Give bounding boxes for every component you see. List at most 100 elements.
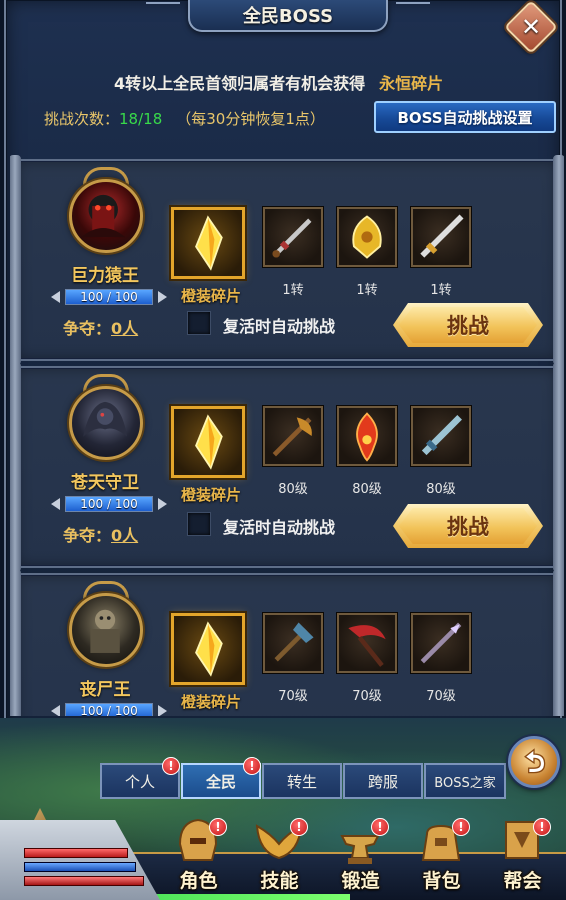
arrow-left-icon	[51, 705, 60, 716]
boss-card: 丧尸王 100 / 100 橙装碎片 70级 70级 70级	[10, 569, 564, 716]
auto-challenge-label: 复活时自动挑战	[223, 317, 336, 336]
challenge-button[interactable]: 挑战	[393, 504, 543, 548]
hp-bar: 100 / 100	[65, 496, 153, 512]
boss-avatar[interactable]	[69, 386, 143, 460]
hp-bar: 100 / 100	[65, 289, 153, 305]
hp-text: 100 / 100	[80, 290, 138, 304]
drop-requirement: 1转	[430, 283, 452, 298]
contest-value[interactable]: 0人	[111, 526, 138, 545]
tab-boss-home[interactable]: BOSS之家	[424, 763, 506, 799]
auto-challenge-label: 复活时自动挑战	[223, 518, 336, 537]
menu-skills[interactable]: ! 技能	[239, 808, 320, 900]
auto-challenge-checkbox[interactable]	[187, 311, 211, 335]
scythe-icon	[348, 625, 386, 667]
menu-bag[interactable]: ! 背包	[401, 808, 482, 900]
boss-window: 全民BOSS ✕ 4转以上全民首领归属者有机会获得 永恒碎片 挑战次数：18/18…	[4, 0, 564, 762]
boss-name: 苍天守卫	[71, 473, 139, 493]
return-button[interactable]	[508, 736, 560, 788]
contest-value[interactable]: 0人	[111, 319, 138, 338]
close-button[interactable]: ✕	[504, 0, 558, 54]
tab-all-players[interactable]: 全民 !	[181, 757, 261, 799]
drop-slot[interactable]	[263, 406, 323, 466]
drop-slot[interactable]	[411, 613, 471, 673]
tab-label: 跨服	[367, 772, 398, 791]
window-title: 全民BOSS	[188, 0, 388, 32]
drop-requirement: 80级	[352, 482, 382, 497]
contest-count[interactable]: 争夺：0人	[63, 522, 138, 546]
orange-shard-slot[interactable]	[171, 207, 245, 279]
arrow-left-icon	[51, 498, 60, 510]
fan-blade-icon	[352, 215, 382, 259]
challenge-recover: （每30分钟恢复1点）	[176, 110, 325, 128]
spear-icon	[420, 622, 462, 664]
alert-badge-icon: !	[533, 818, 551, 836]
menu-label: 帮会	[503, 870, 542, 892]
ape-icon	[81, 194, 126, 238]
contest-label: 争夺：	[63, 319, 112, 338]
drop-slot[interactable]	[263, 613, 323, 673]
boss-card: 苍天守卫 100 / 100 争夺：0人 橙装碎片 80级 80级 80级 复活…	[10, 362, 564, 572]
menu-label: 技能	[260, 870, 299, 892]
hp-bar-group: 100 / 100	[51, 703, 167, 716]
boss-avatar[interactable]	[69, 179, 143, 253]
hp-bar-group: 100 / 100	[51, 289, 167, 305]
alert-badge-icon: !	[371, 818, 389, 836]
tab-label: 全民	[205, 772, 236, 791]
drop-slot[interactable]	[337, 613, 397, 673]
arrow-right-icon	[158, 705, 167, 716]
axe-icon	[272, 417, 312, 457]
alert-badge-icon: !	[452, 818, 470, 836]
title-ornament-right	[396, 2, 430, 24]
challenge-count: 18/18	[119, 110, 163, 128]
challenge-button[interactable]: 挑战	[393, 303, 543, 347]
drop-requirement: 1转	[356, 283, 378, 298]
tab-personal[interactable]: 个人 !	[100, 757, 180, 799]
player-hp-bar	[24, 848, 128, 858]
main-menu: ! 角色 ! 技能 ! 锻造 ! 背包 ! 帮会	[158, 808, 566, 900]
drop-slot[interactable]	[337, 207, 397, 267]
alert-badge-icon: !	[243, 757, 261, 775]
challenge-button-label: 挑战	[447, 314, 489, 338]
orange-shard-slot[interactable]	[171, 613, 245, 685]
drop-requirement: 80级	[426, 482, 456, 497]
drop-slot[interactable]	[411, 406, 471, 466]
orange-shard-label: 橙装碎片	[180, 693, 241, 711]
menu-guild[interactable]: ! 帮会	[482, 808, 563, 900]
drop-slot[interactable]	[337, 406, 397, 466]
menu-label: 角色	[179, 870, 218, 892]
alert-badge-icon: !	[162, 757, 180, 775]
drop-requirement: 70级	[352, 689, 382, 704]
auto-challenge-settings-button[interactable]: BOSS自动挑战设置	[374, 101, 556, 133]
close-icon: ✕	[520, 12, 542, 41]
drop-slot[interactable]	[411, 207, 471, 267]
arrow-right-icon	[158, 291, 167, 303]
challenge-button-label: 挑战	[447, 515, 489, 539]
boss-tabs: 个人 ! 全民 ! 转生 跨服 BOSS之家	[100, 757, 507, 799]
crystal-icon	[195, 215, 223, 271]
drop-slot[interactable]	[263, 207, 323, 267]
auto-challenge-checkbox[interactable]	[187, 512, 211, 536]
alert-badge-icon: !	[290, 818, 308, 836]
challenge-label: 挑战次数：	[44, 110, 120, 128]
return-arrow-icon	[524, 748, 546, 774]
boss-avatar[interactable]	[69, 593, 143, 667]
menu-forge[interactable]: ! 锻造	[320, 808, 401, 900]
menu-label: 锻造	[341, 870, 380, 892]
tab-cross-server[interactable]: 跨服	[343, 763, 423, 799]
boss-list[interactable]: 巨力猿王 100 / 100 争夺：0人 橙装碎片 1转 1转 1转 复活时自动…	[10, 153, 564, 716]
tab-label: 个人	[124, 772, 155, 791]
greatsword-icon	[421, 415, 462, 456]
alert-badge-icon: !	[209, 818, 227, 836]
menu-label: 背包	[422, 870, 461, 892]
drop-requirement: 80级	[278, 482, 308, 497]
contest-count[interactable]: 争夺：0人	[63, 315, 138, 339]
hp-bar: 100 / 100	[65, 703, 153, 716]
tab-rebirth[interactable]: 转生	[262, 763, 342, 799]
raven-icon	[83, 401, 128, 437]
orange-shard-slot[interactable]	[171, 406, 245, 478]
boss-name: 巨力猿王	[71, 266, 139, 286]
tab-label: 转生	[286, 772, 317, 791]
menu-character[interactable]: ! 角色	[158, 808, 239, 900]
orange-shard-label: 橙装碎片	[180, 287, 241, 305]
boss-name: 丧尸王	[79, 680, 131, 700]
